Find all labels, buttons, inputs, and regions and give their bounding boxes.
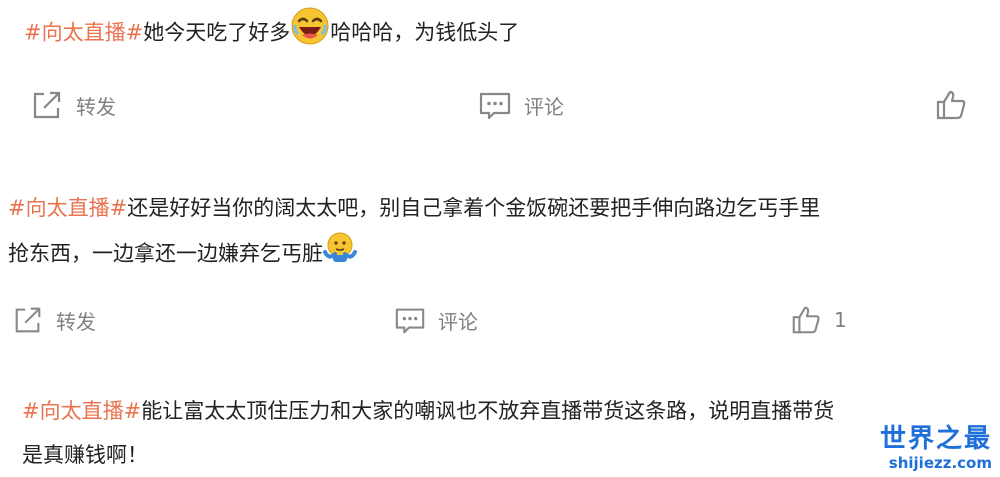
post-text: #向太直播#还是好好当你的阔太太吧，别自己拿着个金饭碗还要把手伸向路边乞丐手里 … <box>8 186 820 279</box>
like-button[interactable]: 1 <box>790 304 847 336</box>
like-count: 1 <box>834 308 847 332</box>
repost-label: 转发 <box>56 309 96 334</box>
comment-icon <box>479 92 511 120</box>
post-actions: 转发 评论 <box>0 86 1000 122</box>
repost-icon <box>15 307 41 333</box>
hashtag-link[interactable]: #向太直播# <box>8 196 127 220</box>
like-icon <box>792 306 820 334</box>
hashtag-link[interactable]: #向太直播# <box>22 399 141 423</box>
shrug-face-icon <box>323 230 357 279</box>
post-text-segment: 能让富太太顶住压力和大家的嘲讽也不放弃直播带货这条路，说明直播带货 <box>141 399 835 423</box>
comment-icon <box>395 308 425 334</box>
post-text-line: 抢东西，一边拿还一边嫌弃乞丐脏 <box>8 230 820 279</box>
post-text-line: 是真赚钱啊！ <box>22 433 834 477</box>
hashtag-link[interactable]: #向太直播# <box>24 21 143 45</box>
post-text-segment: 抢东西，一边拿还一边嫌弃乞丐脏 <box>8 241 323 266</box>
like-button[interactable] <box>934 88 980 122</box>
post-text-segment: 是真赚钱啊！ <box>22 443 148 467</box>
post-text-segment: 还是好好当你的阔太太吧，别自己拿着个金饭碗还要把手伸向路边乞丐手里 <box>127 196 821 220</box>
post-text-segment: 哈哈哈，为钱低头了 <box>330 20 520 45</box>
watermark-title: 世界之最 <box>879 424 992 454</box>
comment-button[interactable]: 评论 <box>478 88 564 122</box>
watermark-url: shijiezz.com <box>888 454 992 472</box>
comment-label: 评论 <box>524 94 564 119</box>
post-text: #向太直播#能让富太太顶住压力和大家的嘲讽也不放弃直播带货这条路，说明直播带货 … <box>22 389 834 477</box>
like-icon <box>936 90 966 120</box>
post-actions: 转发 评论 1 <box>0 302 1000 338</box>
repost-label: 转发 <box>76 94 116 119</box>
repost-button[interactable]: 转发 <box>12 304 96 336</box>
comment-label: 评论 <box>438 309 478 334</box>
post-text-segment: 她今天吃了好多 <box>143 20 291 45</box>
repost-icon <box>33 91 61 119</box>
post-text-line: #向太直播#还是好好当你的阔太太吧，别自己拿着个金饭碗还要把手伸向路边乞丐手里 <box>8 186 820 230</box>
post-text: #向太直播#她今天吃了好多 哈哈哈，为钱低头了 <box>24 6 519 61</box>
site-watermark: 世界之最 shijiezz.com <box>880 424 992 472</box>
post-text-line: #向太直播#能让富太太顶住压力和大家的嘲讽也不放弃直播带货这条路，说明直播带货 <box>22 389 834 433</box>
laughing-face-icon <box>290 6 330 61</box>
repost-button[interactable]: 转发 <box>30 88 116 122</box>
comment-button[interactable]: 评论 <box>394 304 478 336</box>
